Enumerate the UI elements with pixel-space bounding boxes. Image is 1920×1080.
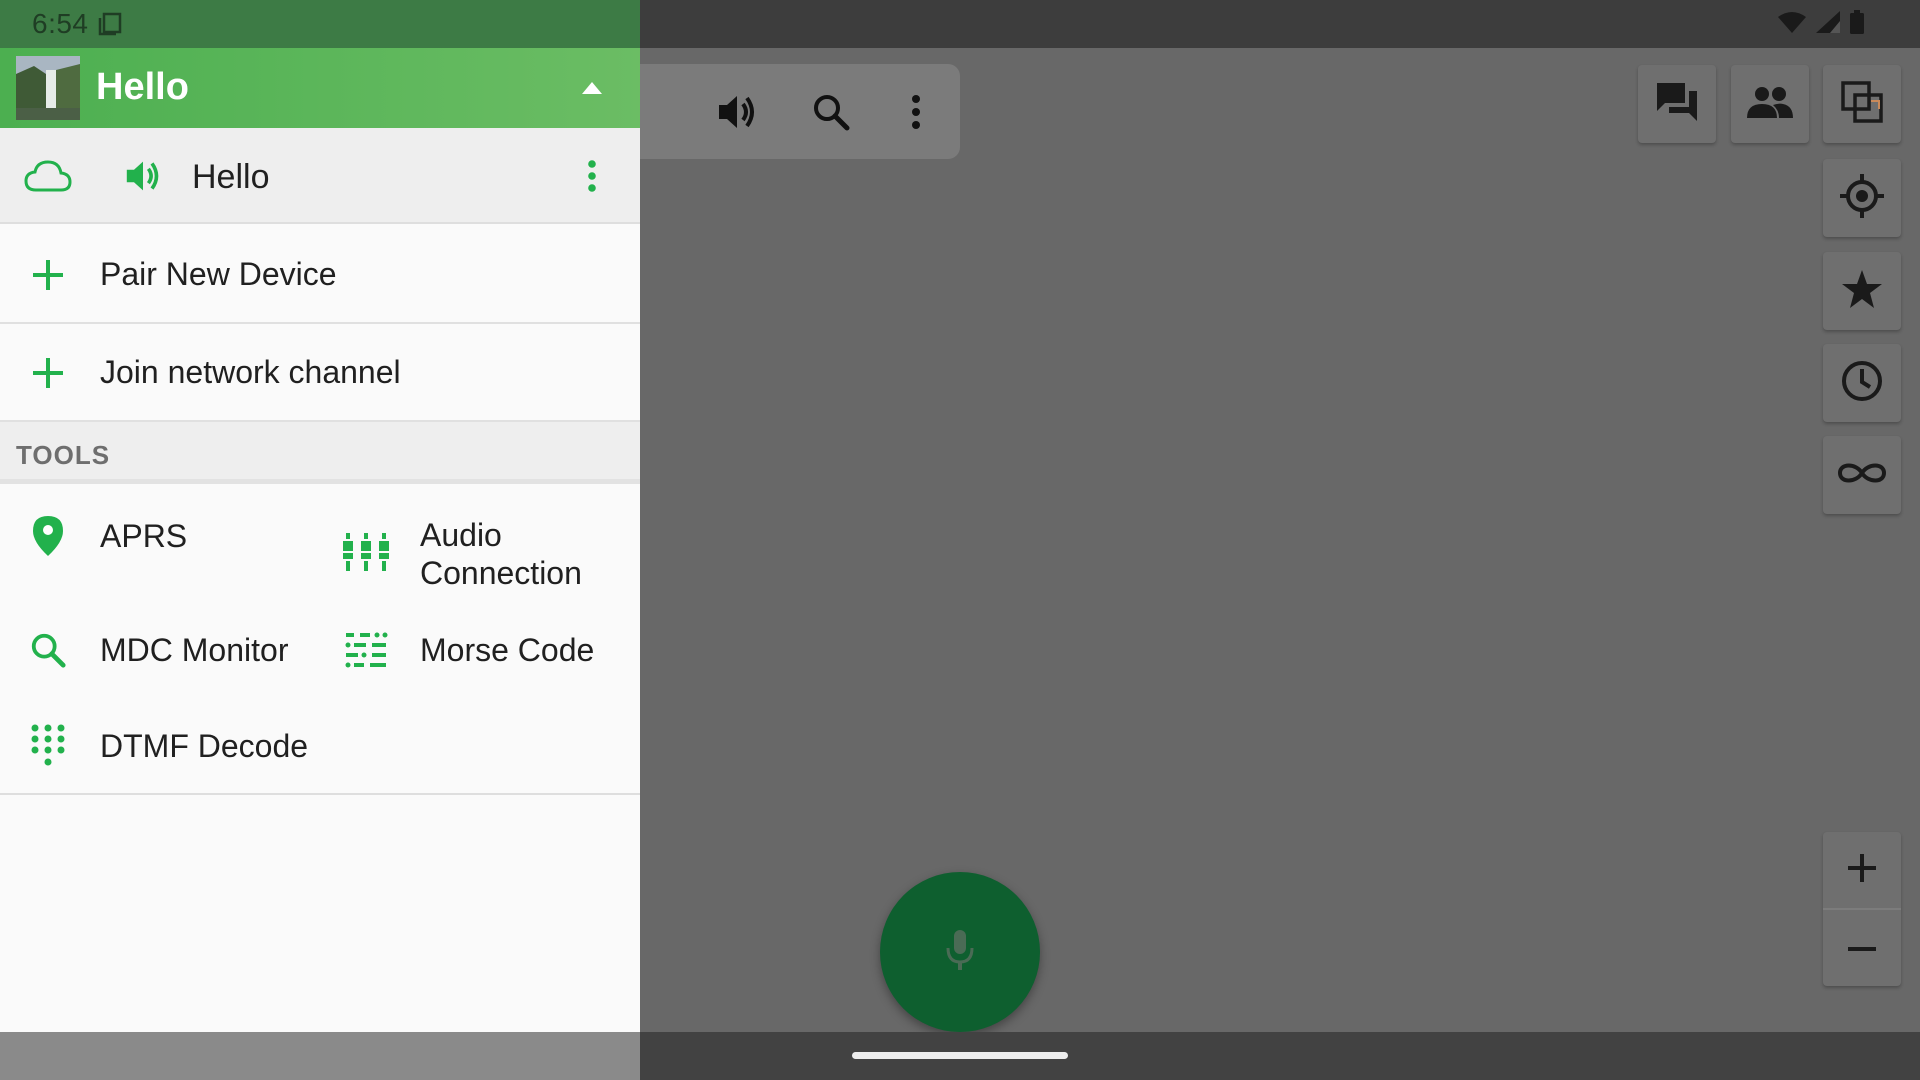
- zoom-controls: [1823, 832, 1901, 986]
- tool-label: APRS: [100, 518, 188, 554]
- equalizer-icon: [342, 528, 390, 576]
- tool-label: Audio Connection: [420, 517, 582, 591]
- join-network-channel-label: Join network channel: [100, 354, 401, 390]
- cell-signal-icon: [1816, 11, 1840, 33]
- plus-icon: [24, 251, 72, 299]
- history-icon: [1840, 359, 1884, 408]
- plus-icon: [1846, 852, 1878, 889]
- volume-icon[interactable]: [713, 88, 761, 136]
- search-icon[interactable]: [807, 88, 855, 136]
- layers-icon: [1841, 80, 1883, 128]
- tools-divider: [0, 793, 640, 795]
- plus-icon: [24, 349, 72, 397]
- navigation-drawer: 6:54 Hello Hello Pair New Device Join ne…: [0, 0, 640, 1032]
- tool-mdc-monitor[interactable]: MDC Monitor: [24, 626, 314, 686]
- morse-code-icon: [342, 626, 390, 674]
- tool-morse-code[interactable]: Morse Code: [342, 626, 632, 686]
- navigation-bar-left: [0, 1032, 640, 1080]
- pair-new-device-label: Pair New Device: [100, 256, 337, 292]
- zoom-in-button[interactable]: [1823, 832, 1901, 908]
- layers-button[interactable]: [1823, 65, 1901, 143]
- favorites-button[interactable]: [1823, 252, 1901, 330]
- tool-aprs[interactable]: APRS: [24, 512, 314, 592]
- microphone-icon: [944, 928, 976, 977]
- tool-label: DTMF Decode: [100, 728, 309, 764]
- arrow-up-icon[interactable]: [580, 78, 604, 98]
- infinity-icon: [1836, 460, 1888, 491]
- more-vert-icon[interactable]: [568, 152, 616, 200]
- channel-name: Hello: [192, 158, 270, 196]
- battery-icon: [1850, 10, 1864, 34]
- volume-icon[interactable]: [119, 152, 167, 200]
- tools-section-header: TOOLS: [0, 422, 640, 484]
- join-network-channel-row[interactable]: Join network channel: [0, 324, 640, 422]
- tool-label: MDC Monitor: [100, 632, 289, 668]
- screenshot-icon: [98, 12, 122, 41]
- account-name: Hello: [96, 66, 189, 108]
- infinity-button[interactable]: [1823, 436, 1901, 514]
- history-button[interactable]: [1823, 344, 1901, 422]
- top-toolbar: [640, 64, 960, 159]
- waterfall-avatar: [16, 56, 80, 120]
- status-bar-left: 6:54: [0, 0, 640, 48]
- status-time: 6:54: [32, 8, 89, 39]
- tool-audio-connection[interactable]: Audio Connection: [342, 517, 632, 608]
- more-vert-icon[interactable]: [892, 88, 940, 136]
- people-icon: [1747, 86, 1793, 123]
- zoom-out-button[interactable]: [1823, 910, 1901, 986]
- chat-icon: [1655, 81, 1699, 128]
- minus-icon: [1846, 939, 1878, 957]
- wifi-icon: [1778, 12, 1806, 33]
- people-button[interactable]: [1731, 65, 1809, 143]
- map-view[interactable]: [640, 48, 1920, 1032]
- tool-label: Morse Code: [420, 632, 595, 668]
- dialpad-icon: [24, 722, 72, 770]
- search-icon: [24, 626, 72, 674]
- pair-new-device-row[interactable]: Pair New Device: [0, 226, 640, 324]
- channel-row[interactable]: Hello: [0, 128, 640, 224]
- push-to-talk-button[interactable]: [880, 872, 1040, 1032]
- tool-dtmf-decode[interactable]: DTMF Decode: [24, 722, 314, 782]
- location-pin-icon: [24, 512, 72, 560]
- home-indicator[interactable]: [852, 1052, 1068, 1059]
- tools-title: TOOLS: [16, 440, 111, 470]
- account-header[interactable]: Hello: [0, 48, 640, 128]
- my-location-button[interactable]: [1823, 159, 1901, 237]
- star-icon: [1841, 269, 1883, 314]
- cloud-icon: [24, 152, 72, 200]
- status-bar-right: [640, 0, 1920, 48]
- chat-button[interactable]: [1638, 65, 1716, 143]
- my-location-icon: [1840, 173, 1884, 223]
